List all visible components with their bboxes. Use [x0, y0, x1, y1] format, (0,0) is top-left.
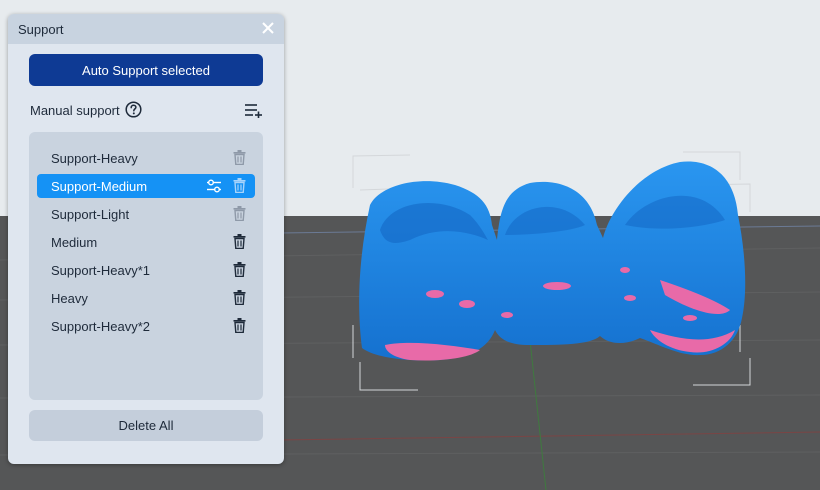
list-add-icon[interactable]: [244, 102, 263, 118]
list-item-label: Support-Heavy: [51, 151, 138, 166]
trash-icon[interactable]: [233, 290, 246, 305]
close-icon[interactable]: [260, 20, 276, 36]
trash-icon[interactable]: [233, 206, 246, 221]
panel-header[interactable]: Support: [8, 14, 284, 44]
list-item[interactable]: Support-Light: [37, 202, 255, 226]
list-item-label: Support-Light: [51, 207, 130, 222]
auto-support-label: Auto Support selected: [82, 62, 210, 78]
list-item-label: Support-Heavy*2: [51, 319, 150, 334]
list-item-label: Support-Medium: [51, 179, 148, 194]
support-list: Support-Heavy Support-Medium Support-Lig…: [29, 132, 263, 400]
list-item[interactable]: Heavy: [37, 286, 255, 310]
question-circle-icon[interactable]: [125, 101, 142, 118]
sliders-icon[interactable]: [207, 179, 221, 193]
trash-icon[interactable]: [233, 178, 246, 193]
list-item[interactable]: Medium: [37, 230, 255, 254]
dental-bridge-model: [359, 161, 746, 361]
list-item-label: Medium: [51, 235, 98, 250]
list-item[interactable]: Support-Heavy: [37, 146, 255, 170]
trash-icon[interactable]: [233, 262, 246, 277]
auto-support-button[interactable]: Auto Support selected: [29, 54, 263, 86]
trash-icon[interactable]: [233, 318, 246, 333]
panel-title: Support: [18, 22, 64, 37]
list-item-label: Heavy: [51, 291, 88, 306]
trash-icon[interactable]: [233, 150, 246, 165]
list-item-label: Support-Heavy*1: [51, 263, 150, 278]
delete-all-button[interactable]: Delete All: [29, 410, 263, 441]
list-item[interactable]: Support-Heavy*2: [37, 314, 255, 338]
trash-icon[interactable]: [233, 234, 246, 249]
delete-all-label: Delete All: [118, 418, 174, 433]
list-item-selected[interactable]: Support-Medium: [37, 174, 255, 198]
manual-support-label: Manual support: [30, 103, 120, 118]
support-panel: Support Auto Support selected Manual sup…: [8, 14, 284, 464]
list-item[interactable]: Support-Heavy*1: [37, 258, 255, 282]
